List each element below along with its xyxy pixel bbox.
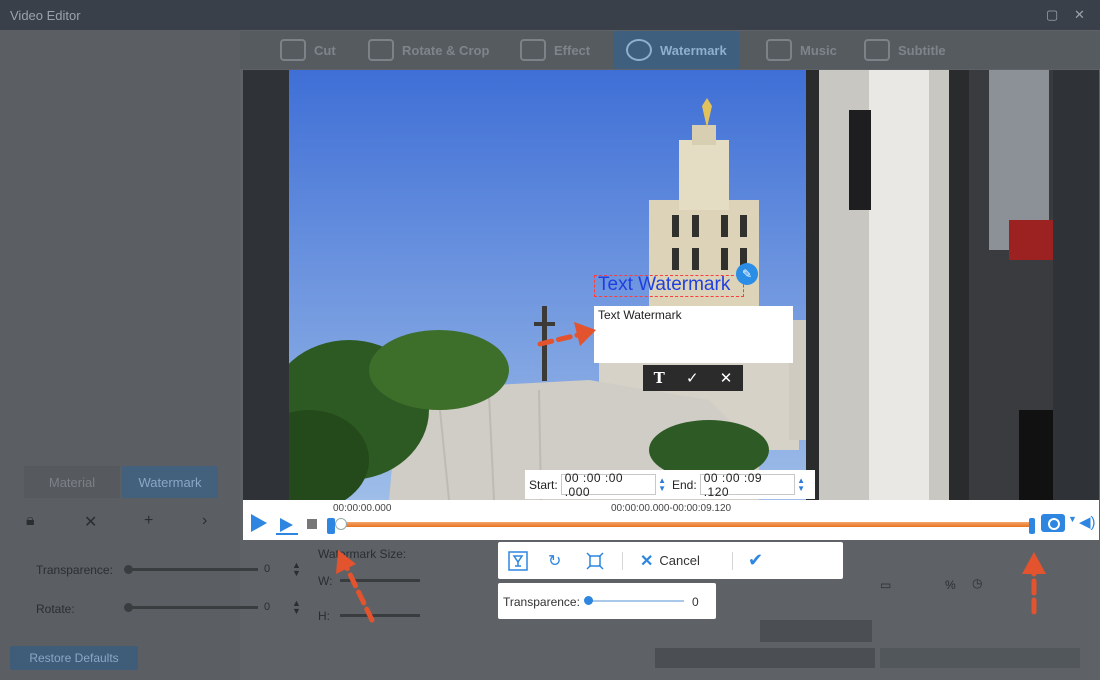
rotate-icon: ↻ <box>548 552 562 570</box>
guide-arrow-start-marker <box>343 563 375 623</box>
transparence-popup-knob[interactable] <box>584 596 593 605</box>
watermark-text-input[interactable]: Text Watermark <box>598 308 682 322</box>
transparence-popup-label: Transparence: <box>503 595 580 609</box>
film-reel-icon <box>626 39 652 61</box>
subtitle-icon <box>864 39 890 61</box>
title-bar: Video Editor ▢ ✕ <box>0 0 1100 30</box>
editor-tabs: Cut Rotate & Crop Effect Watermark Music… <box>240 31 1100 69</box>
transparence-slider[interactable] <box>128 568 258 571</box>
transparence-value: 0 <box>264 563 271 575</box>
subtab-watermark[interactable]: Watermark <box>122 466 218 498</box>
watermark-action-bar: ↻ ✕ Cancel ✔ <box>498 542 843 579</box>
tab-rotate-crop[interactable]: Rotate & Crop <box>368 31 489 69</box>
rotate-button[interactable]: ↻ <box>548 542 561 579</box>
background-progress-2 <box>880 648 1080 668</box>
snapshot-camera-icon[interactable] <box>1041 514 1065 532</box>
start-marker-handle[interactable] <box>327 518 335 534</box>
confirm-button[interactable]: ✔ <box>748 542 763 579</box>
tab-watermark[interactable]: Watermark <box>614 31 739 69</box>
start-time-input[interactable]: 00 :00 :00 .000 <box>560 471 657 499</box>
rotate-value: 0 <box>264 601 271 613</box>
rotate-label: Rotate: <box>36 602 75 616</box>
stop-icon[interactable] <box>307 519 317 529</box>
watermark-overlay-text[interactable]: Text Watermark <box>598 274 730 296</box>
transparence-label: Transparence: <box>36 563 113 577</box>
cancel-x-icon: ✕ <box>640 552 654 570</box>
end-time-input[interactable]: 00 :00 :09 .120 <box>699 471 796 499</box>
end-label: End: <box>672 477 697 492</box>
maximize-icon[interactable]: ▢ <box>1046 7 1058 23</box>
tab-cut[interactable]: Cut <box>280 31 336 69</box>
play-icon[interactable] <box>251 514 267 532</box>
fit-button[interactable] <box>586 542 604 579</box>
time-range-readout: 00:00:00.000-00:00:09.120 <box>611 503 732 514</box>
transparence-popup-slider[interactable] <box>588 600 684 602</box>
action-divider <box>732 552 733 570</box>
end-marker-handle[interactable] <box>1029 518 1035 534</box>
background-field <box>760 620 872 642</box>
width-slider[interactable] <box>340 579 420 582</box>
height-slider[interactable] <box>340 614 420 617</box>
fit-frame-icon <box>586 551 604 570</box>
delete-icon[interactable]: ✕ <box>84 512 97 532</box>
timeline-track[interactable] <box>338 522 1031 527</box>
cancel-label: Cancel <box>659 553 700 568</box>
effect-icon <box>520 39 546 61</box>
cancel-button[interactable]: ✕ Cancel <box>640 542 700 579</box>
restore-defaults-button[interactable]: Restore Defaults <box>10 646 138 670</box>
transparence-popup-value: 0 <box>692 595 699 609</box>
watermark-style-button[interactable] <box>508 542 528 579</box>
watermark-style-icon <box>508 550 528 571</box>
start-label: Start: <box>529 477 558 492</box>
width-label: W: <box>318 574 333 588</box>
volume-icon[interactable]: ◀) <box>1079 513 1096 531</box>
rotate-slider[interactable] <box>128 606 258 609</box>
text-format-icon[interactable]: T <box>654 369 665 387</box>
music-note-icon <box>766 39 792 61</box>
transparence-stepper[interactable]: ▲ ▼ <box>292 561 301 578</box>
scissors-icon <box>280 39 306 61</box>
timeline-bar: 00:00:00.000 00:00:00.000-00:00:09.120 ▼… <box>243 500 1099 540</box>
more-icon[interactable]: › <box>202 512 207 530</box>
lock-icon[interactable]: 🔒︎ <box>26 512 35 530</box>
close-x-icon[interactable]: ✕ <box>720 369 733 387</box>
play-selection-icon[interactable] <box>275 516 299 536</box>
tab-subtitle[interactable]: Subtitle <box>864 31 946 69</box>
action-divider <box>622 552 623 570</box>
watermark-size-label: Watermark Size: <box>318 547 407 561</box>
time-range-bar: Start: 00 :00 :00 .000 ▲ ▼ End: 00 :00 :0… <box>525 470 815 499</box>
end-time-stepper[interactable]: ▲ ▼ <box>797 476 805 493</box>
crop-icon <box>368 39 394 61</box>
background-percent-icon: % <box>945 578 956 592</box>
tab-music[interactable]: Music <box>766 31 837 69</box>
watermark-text-editor[interactable]: Text Watermark <box>594 306 793 363</box>
close-icon[interactable]: ✕ <box>1074 7 1085 23</box>
tab-effect[interactable]: Effect <box>520 31 590 69</box>
window-title: Video Editor <box>10 8 81 23</box>
playhead-handle[interactable] <box>335 518 347 530</box>
rotate-stepper[interactable]: ▲ ▼ <box>292 599 301 616</box>
transparence-popup: Transparence: 0 <box>498 583 716 619</box>
background-progress <box>655 648 875 668</box>
background-ratio-icon: ▭ <box>880 578 892 592</box>
current-time: 00:00:00.000 <box>333 503 392 514</box>
confirm-check-icon: ✔ <box>748 550 764 570</box>
confirm-check-icon[interactable]: ✓ <box>686 369 699 387</box>
edit-pencil-icon[interactable]: ✎ <box>736 263 758 285</box>
left-panel <box>0 30 240 680</box>
background-clock-icon: ◷ <box>972 576 983 590</box>
height-label: H: <box>318 609 330 623</box>
text-editor-toolbar: T ✓ ✕ <box>643 365 743 391</box>
add-icon[interactable]: + <box>144 512 153 530</box>
subtab-material[interactable]: Material <box>24 466 120 498</box>
start-time-stepper[interactable]: ▲ ▼ <box>658 476 666 493</box>
snapshot-dropdown-icon[interactable]: ▼ <box>1068 514 1077 524</box>
